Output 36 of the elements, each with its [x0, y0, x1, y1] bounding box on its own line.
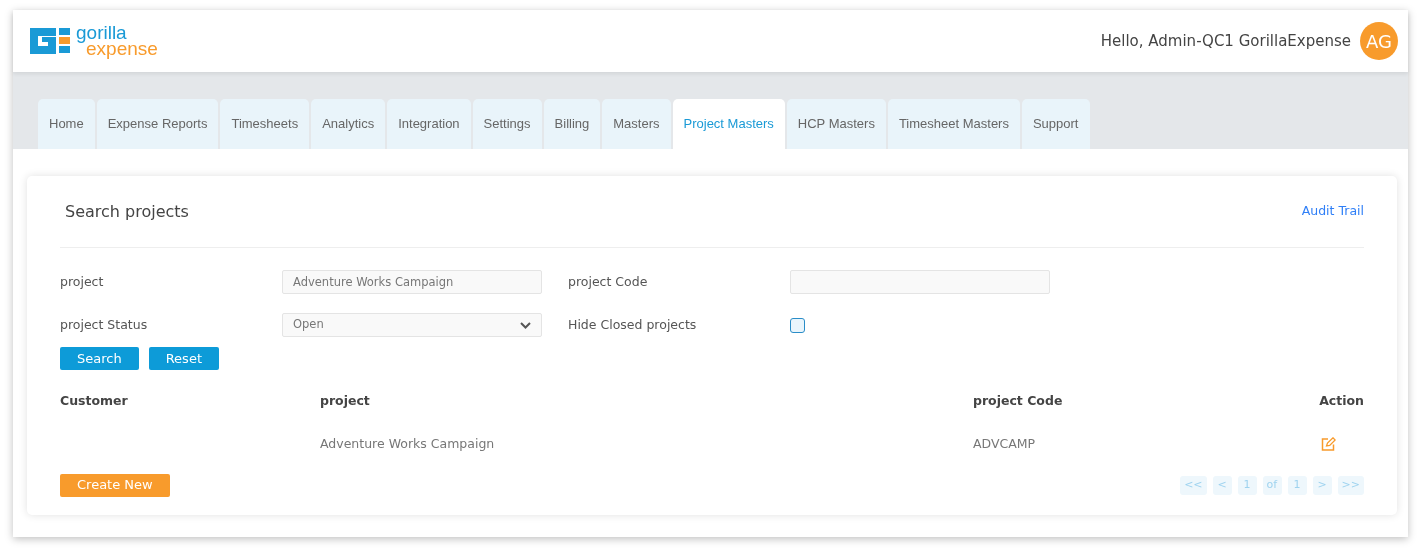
panel-title: Search projects: [65, 200, 189, 223]
chevron-down-icon: [520, 321, 531, 329]
nav-tab[interactable]: Timesheets: [220, 99, 310, 149]
page-of-text: of: [1262, 475, 1282, 495]
nav-tab[interactable]: Expense Reports: [96, 99, 219, 149]
nav-tab[interactable]: Analytics: [311, 99, 386, 149]
reset-button[interactable]: Reset: [148, 347, 219, 370]
nav-tab[interactable]: Billing: [543, 99, 601, 149]
nav-tab[interactable]: Project Masters: [672, 99, 785, 149]
column-header: Customer: [60, 392, 129, 410]
column-header: Action: [1319, 392, 1364, 410]
table-cell: ADVCAMP: [973, 435, 1036, 451]
nav-tab[interactable]: Support: [1021, 99, 1090, 149]
nav-tab[interactable]: Settings: [472, 99, 542, 149]
logo-text: gorilla: [76, 24, 128, 41]
status-dropdown[interactable]: Open: [282, 313, 542, 337]
field-label: project: [60, 272, 105, 291]
greeting-text: Hello, Admin-QC1 GorillaExpense: [1100, 30, 1351, 52]
column-header: project Code: [973, 392, 1064, 410]
table-cell: Adventure Works Campaign: [320, 435, 495, 451]
nav-tab[interactable]: Timesheet Masters: [887, 99, 1020, 149]
checkbox[interactable]: [790, 317, 805, 333]
field-label: Hide Closed projects: [568, 315, 698, 334]
field-label: project Status: [60, 315, 149, 334]
search-button[interactable]: Search: [60, 347, 139, 370]
nav-tab[interactable]: Integration: [387, 99, 471, 149]
nav-tab[interactable]: HCP Masters: [786, 99, 886, 149]
project-code-field[interactable]: [790, 270, 1050, 294]
field-label: project Code: [568, 272, 649, 291]
project-field[interactable]: Adventure Works Campaign: [282, 270, 542, 294]
nav-tab[interactable]: Masters: [602, 99, 671, 149]
nav-tab[interactable]: Home: [38, 99, 95, 149]
logo-text: expense: [86, 41, 158, 58]
column-header: project: [320, 392, 371, 410]
audit-trail-link[interactable]: Audit Trail: [1301, 202, 1364, 221]
edit-icon[interactable]: [1321, 437, 1336, 452]
